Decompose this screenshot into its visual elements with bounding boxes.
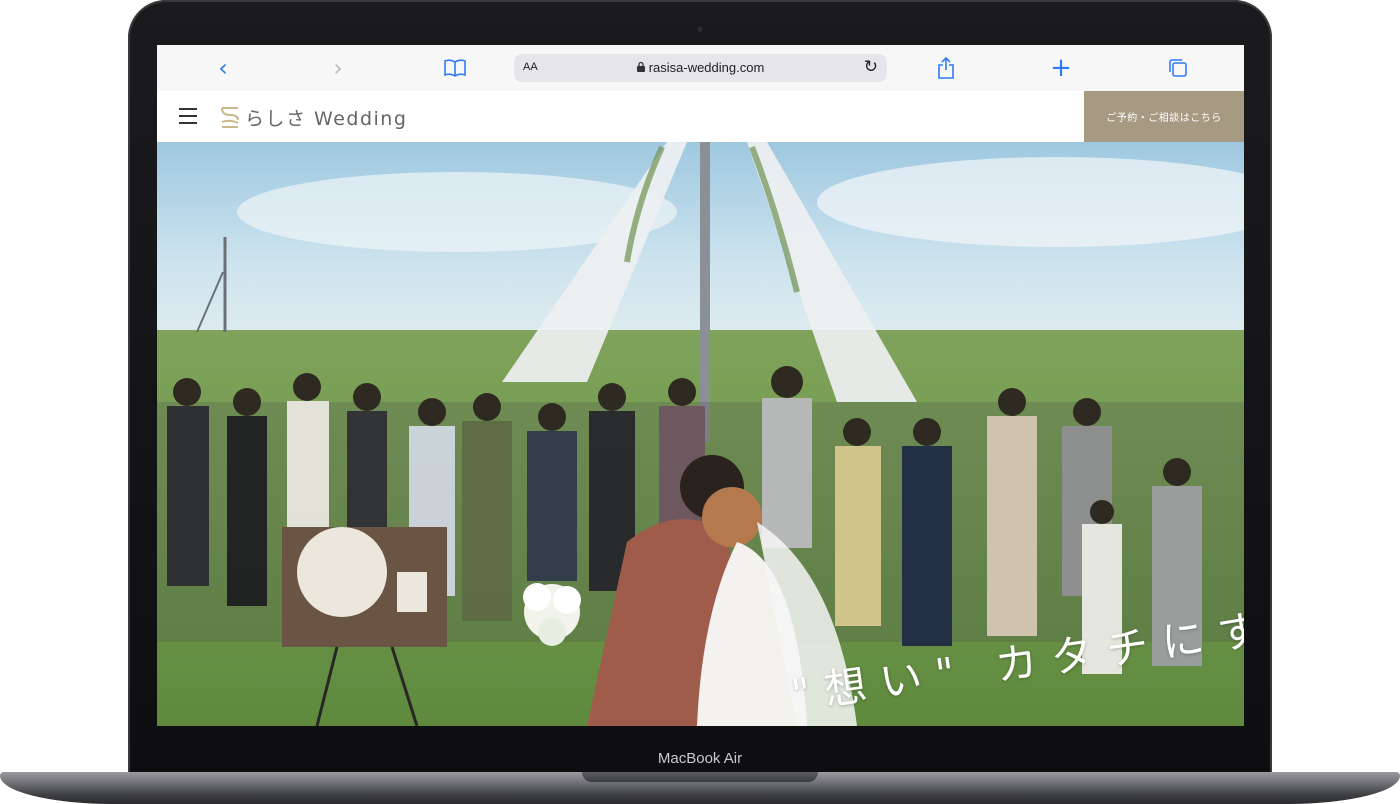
laptop-base-notch bbox=[582, 772, 818, 782]
reservation-button[interactable]: ご予約・ご相談はこちら bbox=[1084, 91, 1244, 142]
url-text: rasisa-wedding.com bbox=[648, 60, 765, 75]
hero-image: "想い" カタチにする bbox=[157, 142, 1244, 726]
browser-toolbar: ‹ › AA rasisa-wedding.com ↻ + bbox=[157, 45, 1244, 92]
bookmarks-icon[interactable] bbox=[435, 53, 475, 83]
tabs-icon[interactable] bbox=[1158, 53, 1198, 83]
forward-icon[interactable]: › bbox=[318, 53, 358, 83]
screen: ‹ › AA rasisa-wedding.com ↻ + らしさ Weddin… bbox=[157, 45, 1244, 726]
logo-text: らしさ Wedding bbox=[245, 107, 408, 130]
lock-icon bbox=[636, 61, 645, 75]
reload-icon[interactable]: ↻ bbox=[864, 57, 878, 77]
share-icon[interactable] bbox=[926, 53, 966, 83]
laptop-model-label: MacBook Air bbox=[657, 750, 743, 767]
address-bar[interactable]: AA rasisa-wedding.com ↻ bbox=[514, 54, 887, 82]
logo-mark-icon bbox=[221, 107, 239, 128]
new-tab-icon[interactable]: + bbox=[1041, 53, 1081, 83]
back-icon[interactable]: ‹ bbox=[203, 53, 243, 83]
site-header: らしさ Wedding ご予約・ご相談はこちら bbox=[157, 91, 1244, 142]
menu-icon[interactable] bbox=[179, 108, 197, 124]
webcam bbox=[697, 26, 703, 32]
site-logo[interactable]: らしさ Wedding bbox=[221, 103, 407, 131]
